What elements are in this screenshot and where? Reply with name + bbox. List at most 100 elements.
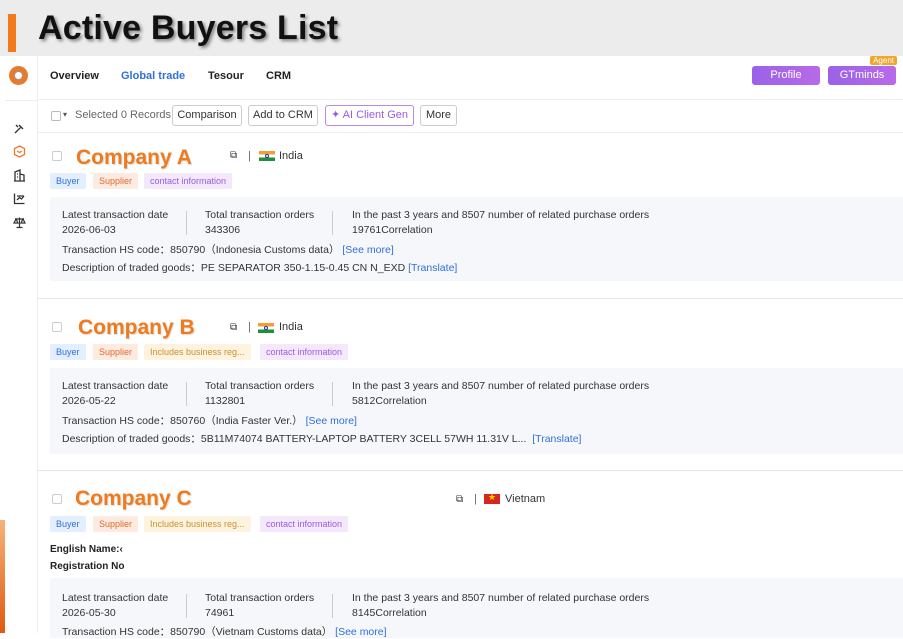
row-checkbox[interactable] (52, 151, 62, 161)
box-icon[interactable] (12, 145, 26, 159)
goods-label: Description of traded goods： (62, 433, 201, 445)
hs-code-line: Transaction HS code：850790（Vietnam Custo… (62, 624, 387, 639)
goods-line: Description of traded goods：5B11M74074 B… (62, 431, 581, 446)
toolbar: ▾ Selected 0 Records Comparison Add to C… (38, 100, 903, 133)
goods-line: Description of traded goods：PE SEPARATOR… (62, 260, 457, 275)
divider (186, 382, 187, 406)
see-more-link[interactable]: [See more] (335, 626, 386, 638)
latest-date-value: 2026-06-03 (62, 224, 116, 236)
hs-code-label: Transaction HS code： (62, 415, 171, 427)
tag-supplier: Supplier (93, 173, 139, 189)
chart-icon[interactable] (12, 192, 26, 206)
tab-tesour[interactable]: Tesour (208, 70, 244, 82)
gtminds-button[interactable]: GTminds (828, 66, 896, 85)
goods-value: 5B11M74074 BATTERY-LAPTOP BATTERY 3CELL … (200, 433, 527, 445)
company-card: Company B ⧉ | India Buyer Supplier Inclu… (38, 300, 903, 471)
past-years-label: In the past 3 years and 8507 number of r… (352, 592, 650, 604)
divider (332, 382, 333, 406)
tag-buyer: Buyer (50, 173, 86, 189)
divider (332, 211, 333, 235)
hs-code-value: 850760（India Faster Ver.） (170, 415, 303, 427)
tag-contact[interactable]: contact information (260, 344, 349, 360)
profile-button[interactable]: Profile (752, 66, 820, 85)
add-to-crm-button[interactable]: Add to CRM (248, 105, 318, 126)
hs-code-line: Transaction HS code：850760（India Faster … (62, 413, 357, 428)
separator: | (474, 493, 477, 505)
divider (186, 594, 187, 618)
scale-icon[interactable] (12, 216, 26, 230)
hs-code-label: Transaction HS code： (62, 626, 171, 638)
copy-icon[interactable]: ⧉ (456, 494, 463, 505)
tag-contact[interactable]: contact information (144, 173, 233, 189)
tag-buyer: Buyer (50, 344, 86, 360)
see-more-link[interactable]: [See more] (342, 244, 393, 256)
tag-supplier: Supplier (93, 344, 139, 360)
translate-link[interactable]: [Translate] (532, 433, 581, 445)
company-name[interactable]: Company B (78, 316, 195, 340)
tag-contact[interactable]: contact information (260, 516, 349, 532)
tab-global-trade[interactable]: Global trade (121, 70, 185, 82)
translate-link[interactable]: [Translate] (408, 262, 457, 274)
past-years-label: In the past 3 years and 8507 number of r… (352, 209, 650, 221)
agent-badge: Agent (870, 56, 897, 65)
correlation-value: 8145Correlation (352, 607, 427, 619)
row-checkbox[interactable] (52, 322, 62, 332)
registration-no-label: Registration No (50, 561, 125, 572)
total-orders-label: Total transaction orders (205, 592, 315, 604)
latest-date-label: Latest transaction date (62, 380, 169, 392)
logo-icon[interactable] (9, 66, 28, 85)
tab-crm[interactable]: CRM (266, 70, 291, 82)
divider (332, 594, 333, 618)
latest-date-value: 2026-05-30 (62, 607, 116, 619)
hs-code-value: 850790（Vietnam Customs data） (170, 626, 333, 638)
hs-code-label: Transaction HS code： (62, 244, 171, 256)
copy-icon[interactable]: ⧉ (230, 150, 237, 161)
sparkle-icon: ✦ (330, 109, 341, 121)
copy-icon[interactable]: ⧉ (230, 322, 237, 333)
transaction-info: Latest transaction date 2026-05-30 Total… (50, 578, 903, 638)
country-label: India (279, 321, 303, 333)
chevron-down-icon[interactable]: ▾ (63, 110, 67, 119)
hs-code-value: 850790（Indonesia Customs data） (170, 244, 340, 256)
tag-business-reg[interactable]: Includes business reg... (144, 516, 251, 532)
hs-code-line: Transaction HS code：850790（Indonesia Cus… (62, 242, 394, 257)
company-card: Company A ⧉ | India Buyer Supplier conta… (38, 133, 903, 299)
vietnam-flag-icon (484, 492, 500, 504)
correlation-value: 19761Correlation (352, 224, 433, 236)
total-orders-label: Total transaction orders (205, 209, 315, 221)
latest-date-value: 2026-05-22 (62, 395, 116, 407)
latest-date-label: Latest transaction date (62, 592, 169, 604)
title-banner: Active Buyers List (0, 0, 903, 56)
india-flag-icon (258, 323, 274, 333)
transaction-info: Latest transaction date 2026-05-22 Total… (50, 368, 903, 454)
row-checkbox[interactable] (52, 494, 62, 504)
sidebar-divider (5, 100, 38, 101)
see-more-link[interactable]: [See more] (306, 415, 357, 427)
select-all-checkbox[interactable] (51, 111, 61, 121)
english-name-label: English Name:‹ (50, 544, 123, 555)
transaction-info: Latest transaction date 2026-06-03 Total… (50, 197, 903, 281)
tools-icon[interactable] (12, 122, 26, 136)
more-button[interactable]: More (420, 105, 457, 126)
company-card: Company C ⧉ | Vietnam Buyer Supplier Inc… (38, 472, 903, 638)
total-orders-label: Total transaction orders (205, 380, 315, 392)
tab-overview[interactable]: Overview (50, 70, 99, 82)
correlation-value: 5812Correlation (352, 395, 427, 407)
total-orders-value: 343306 (205, 224, 241, 236)
ai-client-gen-label: AI Client Gen (342, 109, 409, 121)
tag-business-reg[interactable]: Includes business reg... (144, 344, 251, 360)
comparison-button[interactable]: Comparison (172, 105, 242, 126)
company-name[interactable]: Company A (76, 146, 192, 170)
ai-client-gen-button[interactable]: ✦ AI Client Gen (325, 105, 414, 126)
tag-buyer: Buyer (50, 516, 86, 532)
top-nav: Overview Global trade Tesour CRM Profile… (38, 56, 903, 100)
india-flag-icon (259, 151, 275, 161)
past-years-label: In the past 3 years and 8507 number of r… (352, 380, 650, 392)
latest-date-label: Latest transaction date (62, 209, 169, 221)
company-name[interactable]: Company C (75, 487, 192, 511)
goods-value: PE SEPARATOR 350-1.15-0.45 CN N_EXD (200, 262, 406, 274)
total-orders-value: 1132801 (205, 395, 246, 407)
building-icon[interactable] (12, 169, 26, 183)
tag-supplier: Supplier (93, 516, 139, 532)
country-label: India (279, 150, 303, 162)
